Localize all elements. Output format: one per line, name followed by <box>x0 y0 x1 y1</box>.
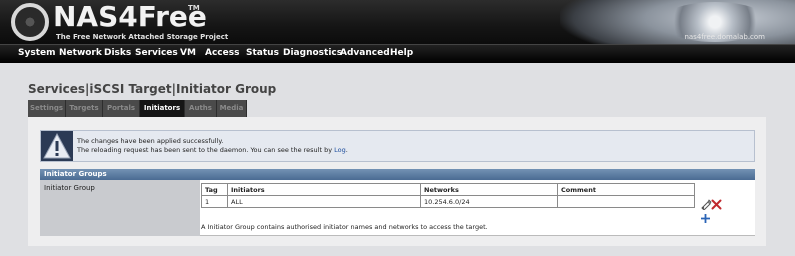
tab-auths[interactable]: Auths <box>185 100 217 117</box>
column-header-initiators: Initiators <box>227 183 421 196</box>
add-icon[interactable] <box>700 213 711 224</box>
column-header-tag: Tag <box>201 183 228 196</box>
tagline: The Free Network Attached Storage Projec… <box>56 33 229 41</box>
info-icon <box>41 131 73 161</box>
nav-network[interactable]: Network <box>59 48 102 58</box>
tab-media[interactable]: Media <box>217 100 247 117</box>
tab-initiators[interactable]: Initiators <box>140 100 185 117</box>
content-area: The changes have been applied successful… <box>28 117 766 246</box>
nav-services[interactable]: Services <box>135 48 178 58</box>
cell-networks: 10.254.6.0/24 <box>420 195 558 208</box>
initiator-group-table: Tag Initiators Networks Comment 1 ALL 10… <box>201 183 695 208</box>
column-header-comment: Comment <box>557 183 695 196</box>
table-row[interactable]: 1 ALL 10.254.6.0/24 <box>201 195 695 208</box>
page-title: Services|iSCSI Target|Initiator Group <box>28 82 277 96</box>
info-reload-end: . <box>345 146 348 154</box>
info-reload-text: The reloading request has been sent to t… <box>77 146 335 154</box>
nav-status[interactable]: Status <box>246 48 279 58</box>
header: NAS4Free TM The Free Network Attached St… <box>0 0 795 44</box>
cell-comment <box>557 195 695 208</box>
nav-system[interactable]: System <box>18 48 56 58</box>
trademark: TM <box>188 4 200 12</box>
nav-access[interactable]: Access <box>205 48 239 58</box>
delete-icon[interactable] <box>711 199 722 210</box>
info-message-applied: The changes have been applied successful… <box>77 137 224 145</box>
main-nav: System Network Disks Services VM Access … <box>0 44 795 63</box>
tab-targets[interactable]: Targets <box>66 100 103 117</box>
row-actions <box>700 199 730 225</box>
log-link[interactable]: Log <box>334 146 346 154</box>
section-header: Initiator Groups <box>40 169 755 180</box>
nas4free-logo-icon <box>11 3 49 41</box>
column-header-networks: Networks <box>420 183 558 196</box>
nav-disks[interactable]: Disks <box>104 48 131 58</box>
nav-diagnostics[interactable]: Diagnostics <box>283 48 342 58</box>
footnote: A Initiator Group contains authorised in… <box>201 223 488 231</box>
tab-portals[interactable]: Portals <box>103 100 140 117</box>
nav-advanced[interactable]: Advanced <box>340 48 390 58</box>
brand-name: NAS4Free <box>53 0 207 33</box>
cell-initiators: ALL <box>227 195 421 208</box>
tab-settings[interactable]: Settings <box>28 100 66 117</box>
info-message-reload: The reloading request has been sent to t… <box>77 146 348 154</box>
cell-tag: 1 <box>201 195 228 208</box>
nav-vm[interactable]: VM <box>180 48 196 58</box>
nav-help[interactable]: Help <box>390 48 413 58</box>
row-label: Initiator Group <box>40 180 200 236</box>
hostname: nas4free.domalab.com <box>684 33 765 41</box>
info-box: The changes have been applied successful… <box>40 130 755 162</box>
